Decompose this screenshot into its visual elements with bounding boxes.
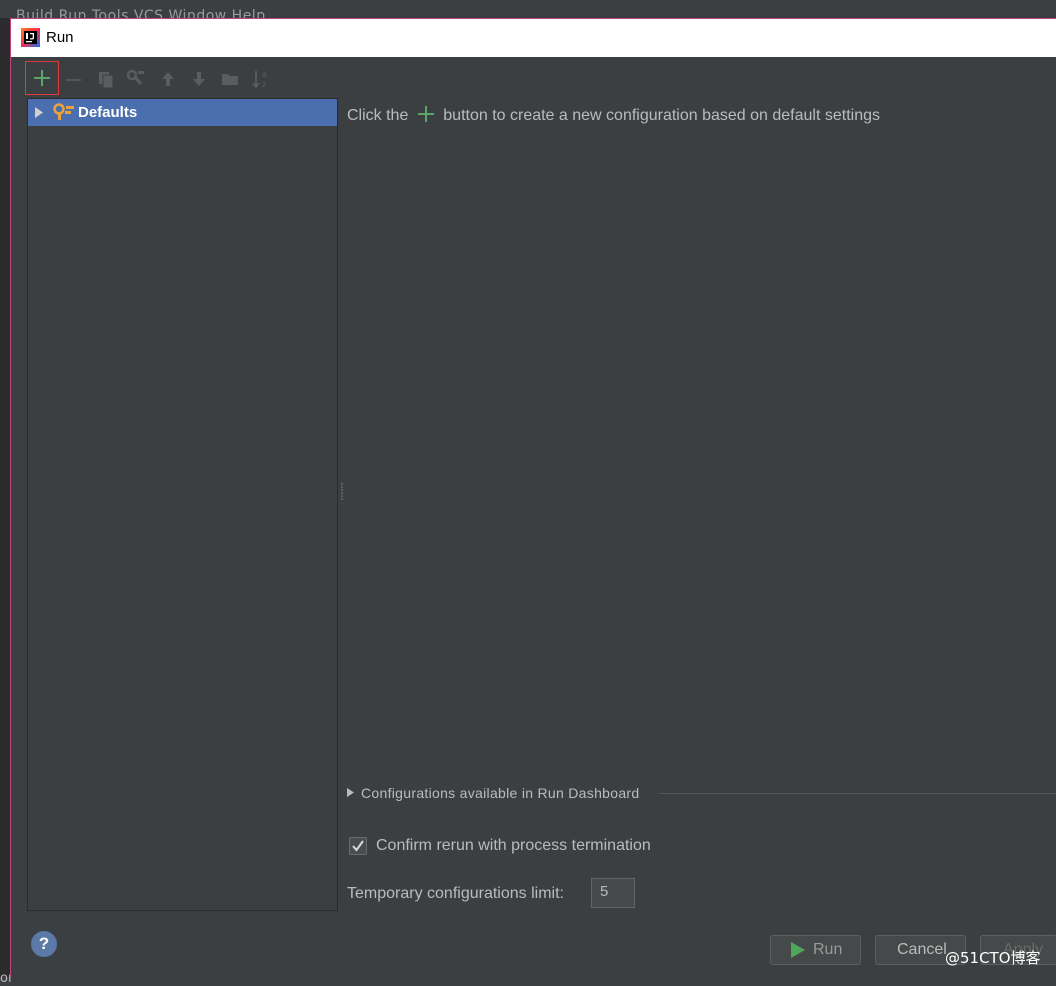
plus-icon <box>417 106 434 122</box>
sort-alpha-icon[interactable]: a z <box>251 69 271 89</box>
hint-prefix: Click the <box>347 107 409 124</box>
temp-limit-input[interactable]: 5 <box>591 878 635 908</box>
minus-icon[interactable] <box>64 69 84 89</box>
tree-item-label: Defaults <box>78 104 138 121</box>
run-dashboard-label: Configurations available in Run Dashboar… <box>361 785 640 801</box>
play-icon <box>791 942 805 958</box>
ide-menu-text: Build Run Tools VCS Window Help <box>16 8 266 18</box>
plus-icon <box>34 70 50 86</box>
run-button-label: Run <box>813 941 843 958</box>
confirm-rerun-checkbox[interactable] <box>349 837 367 855</box>
hint-suffix: button to create a new configuration bas… <box>443 107 881 124</box>
help-button[interactable]: ? <box>31 931 57 957</box>
section-divider <box>659 793 1056 794</box>
dialog-title: Run <box>46 29 74 46</box>
wrench-gear-icon <box>53 103 74 120</box>
svg-text:a: a <box>262 70 267 79</box>
run-button[interactable]: Run <box>770 935 861 965</box>
wrench-icon[interactable] <box>126 69 146 89</box>
arrow-up-icon[interactable] <box>158 69 178 89</box>
expand-arrow-icon[interactable] <box>34 107 44 118</box>
splitter-handle[interactable] <box>340 482 344 502</box>
arrow-down-icon[interactable] <box>189 69 209 89</box>
dialog-titlebar[interactable]: Run <box>11 19 1056 57</box>
configurations-tree[interactable]: Defaults <box>27 98 338 911</box>
run-configurations-dialog: Run a z Defaults Click the button to cre… <box>10 18 1056 977</box>
cancel-button-label: Cancel <box>897 941 947 958</box>
tree-item-defaults[interactable]: Defaults <box>28 99 337 126</box>
background-ide-menubar: Build Run Tools VCS Window Help <box>0 0 1056 18</box>
watermark: @51CTO博客 <box>945 949 1041 967</box>
collapsed-arrow-icon[interactable] <box>347 788 354 797</box>
run-dashboard-section[interactable]: Configurations available in Run Dashboar… <box>347 783 1056 803</box>
configurations-toolbar: a z <box>11 57 1056 97</box>
checkmark-icon <box>352 840 364 852</box>
copy-icon[interactable] <box>96 69 116 89</box>
background-ide-left-edge: or <box>0 18 13 986</box>
intellij-idea-icon <box>21 28 40 47</box>
add-configuration-button[interactable] <box>25 61 59 95</box>
create-configuration-hint: Click the button to create a new configu… <box>347 105 880 125</box>
folder-icon[interactable] <box>220 69 240 89</box>
svg-text:z: z <box>262 80 266 89</box>
confirm-rerun-label[interactable]: Confirm rerun with process termination <box>376 837 651 855</box>
temp-limit-label: Temporary configurations limit: <box>347 885 564 902</box>
